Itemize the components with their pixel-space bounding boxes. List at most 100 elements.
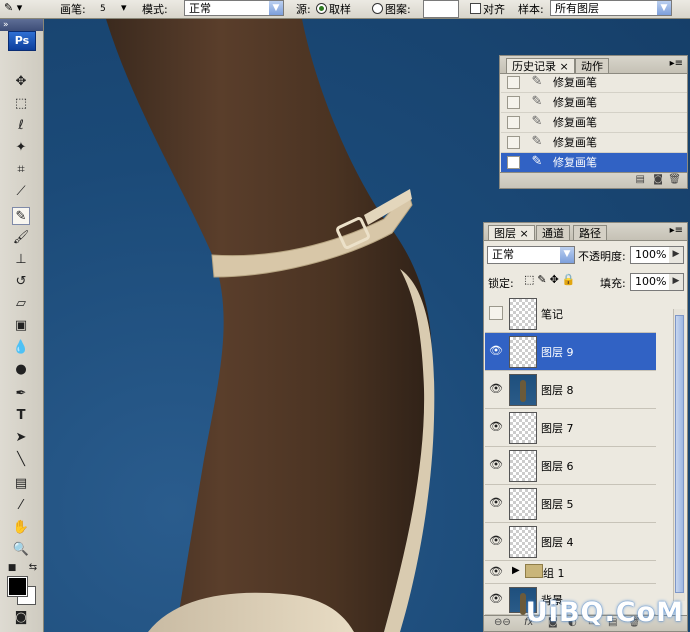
history-item[interactable]: ✎ 修复画笔 (501, 133, 687, 153)
eye-icon[interactable]: 👁 (488, 592, 504, 606)
notes-tool-icon[interactable]: ▤ (12, 475, 30, 493)
layers-panel-tabs: 图层 × 通道 路径 ▸≡ (484, 223, 687, 241)
history-item[interactable]: ✎ 修复画笔 (501, 113, 687, 133)
history-item[interactable]: ✎ 修复画笔 (501, 93, 687, 113)
eyedropper-tool-icon[interactable]: ⁄ (12, 497, 30, 515)
dodge-tool-icon[interactable]: ● (12, 361, 30, 379)
lock-position-icon[interactable]: ✥ (550, 273, 562, 286)
layer-row[interactable]: 👁 图层 6 (485, 447, 656, 485)
layers-panel: 图层 × 通道 路径 ▸≡ 正常 ▼ 不透明度: 100% ▶ 锁定: ⬚✎✥🔒… (483, 222, 688, 632)
layers-scrollbar[interactable] (673, 309, 685, 601)
tab-actions-label: 动作 (581, 60, 603, 73)
default-colors-icon[interactable]: ■ (3, 559, 21, 577)
source-sampled-radio[interactable]: 取样 (316, 1, 351, 17)
lock-label: 锁定: (488, 277, 514, 290)
tab-paths[interactable]: 路径 (573, 225, 607, 240)
sample-select[interactable]: 所有图层 ▼ (550, 0, 672, 16)
lock-pixels-icon[interactable]: ✎ (537, 273, 549, 286)
sample-value: 所有图层 (555, 2, 599, 15)
eye-icon[interactable]: 👁 (488, 458, 504, 472)
eraser-tool-icon[interactable]: ▱ (12, 295, 30, 313)
lock-transparency-icon[interactable]: ⬚ (524, 273, 537, 286)
brush-size[interactable]: 5 (100, 4, 106, 14)
layer-thumbnail (509, 374, 537, 406)
scrollbar-thumb[interactable] (675, 315, 684, 593)
layer-row[interactable]: 👁 图层 5 (485, 485, 656, 523)
line-tool-icon[interactable]: ╲ (12, 451, 30, 469)
brush-tool-icon[interactable]: 🖌 (12, 229, 30, 247)
layer-row-selected[interactable]: 👁 图层 9 (485, 333, 656, 371)
marquee-tool-icon[interactable]: ⬚ (12, 95, 30, 113)
toolbox-collapse-icon[interactable]: » (0, 19, 43, 31)
close-icon[interactable]: × (560, 60, 569, 73)
blur-tool-icon[interactable]: 💧 (12, 339, 30, 357)
clone-stamp-tool-icon[interactable]: ⊥ (12, 251, 30, 269)
crop-tool-icon[interactable]: ⌗ (12, 161, 30, 179)
eye-icon[interactable]: 👁 (488, 565, 504, 579)
trash-icon[interactable]: 🗑 (668, 174, 681, 185)
hand-tool-icon[interactable]: ✋ (12, 519, 30, 537)
healing-brush-icon: ✎ (531, 94, 543, 109)
chevron-down-icon: ▼ (560, 247, 574, 263)
source-pattern-radio[interactable]: 图案: (372, 1, 411, 17)
layer-thumbnail (509, 336, 537, 368)
opacity-value: 100% (635, 248, 667, 261)
magic-wand-tool-icon[interactable]: ✦ (12, 139, 30, 157)
path-selection-tool-icon[interactable]: ➤ (12, 429, 30, 447)
history-item[interactable]: ✎ 修复画笔 (501, 73, 687, 93)
swap-colors-icon[interactable]: ⇆ (24, 559, 42, 577)
new-document-from-state-icon[interactable]: ▤ (636, 174, 645, 185)
quick-mask-icon[interactable]: ◙ (12, 609, 30, 627)
brush-dropdown-icon[interactable]: ▾ (121, 1, 127, 14)
layer-name: 图层 9 (541, 346, 574, 359)
layer-thumbnail (509, 450, 537, 482)
brush-label: 画笔: (60, 3, 86, 16)
panel-menu-icon[interactable]: ▸≡ (670, 58, 683, 69)
layer-thumbnail (509, 488, 537, 520)
healing-brush-tool-icon[interactable]: ✎ (12, 207, 30, 225)
move-tool-icon[interactable]: ✥ (12, 73, 30, 91)
visibility-toggle[interactable] (489, 306, 503, 320)
lock-all-icon[interactable]: 🔒 (562, 273, 579, 286)
aligned-checkbox[interactable]: 对齐 (470, 1, 505, 17)
eye-icon[interactable]: 👁 (488, 496, 504, 510)
layer-row[interactable]: 笔记 (485, 295, 656, 333)
history-brush-tool-icon[interactable]: ↺ (12, 273, 30, 291)
gradient-tool-icon[interactable]: ▣ (12, 317, 30, 335)
lasso-tool-icon[interactable]: ℓ (12, 117, 30, 135)
history-item-selected[interactable]: ✎ 修复画笔 (501, 153, 687, 173)
sample-label: 样本: (518, 3, 544, 16)
tab-history[interactable]: 历史记录 × (506, 58, 575, 73)
new-snapshot-icon[interactable]: ◙ (653, 174, 663, 185)
layer-row[interactable]: 👁 图层 4 (485, 523, 656, 561)
pattern-picker[interactable] (423, 0, 459, 18)
lock-options[interactable]: ⬚✎✥🔒 (524, 273, 579, 286)
pen-tool-icon[interactable]: ✒ (12, 385, 30, 403)
slice-tool-icon[interactable]: ⟋ (12, 183, 30, 201)
healing-brush-icon: ✎ (531, 74, 543, 89)
eye-icon[interactable]: 👁 (488, 534, 504, 548)
foreground-color-swatch[interactable] (7, 576, 28, 597)
zoom-tool-icon[interactable]: 🔍 (12, 541, 30, 559)
opacity-input[interactable]: 100% ▶ (630, 246, 684, 264)
fill-input[interactable]: 100% ▶ (630, 273, 684, 291)
type-tool-icon[interactable]: T (12, 407, 30, 425)
group-row[interactable]: 👁 ▶ 组 1 (485, 561, 656, 584)
chevron-down-icon: ▼ (657, 1, 671, 15)
eye-icon[interactable]: 👁 (488, 344, 504, 358)
layer-row[interactable]: 👁 图层 8 (485, 371, 656, 409)
panel-menu-icon[interactable]: ▸≡ (670, 225, 683, 236)
eye-icon[interactable]: 👁 (488, 382, 504, 396)
blend-mode-select[interactable]: 正常 ▼ (487, 246, 575, 264)
heal-brush-preset-icon[interactable]: ✎ ▾ (4, 1, 22, 14)
close-icon[interactable]: × (520, 227, 529, 240)
layer-row[interactable]: 👁 图层 7 (485, 409, 656, 447)
tab-layers[interactable]: 图层 × (488, 225, 535, 240)
healing-brush-icon: ✎ (531, 134, 543, 149)
link-layers-icon[interactable]: ⊖⊖ (494, 617, 511, 628)
eye-icon[interactable]: 👁 (488, 420, 504, 434)
expand-triangle-icon[interactable]: ▶ (512, 565, 520, 576)
tab-channels[interactable]: 通道 (536, 225, 570, 240)
tab-actions[interactable]: 动作 (575, 58, 609, 73)
mode-select[interactable]: 正常 ▼ (184, 0, 284, 16)
